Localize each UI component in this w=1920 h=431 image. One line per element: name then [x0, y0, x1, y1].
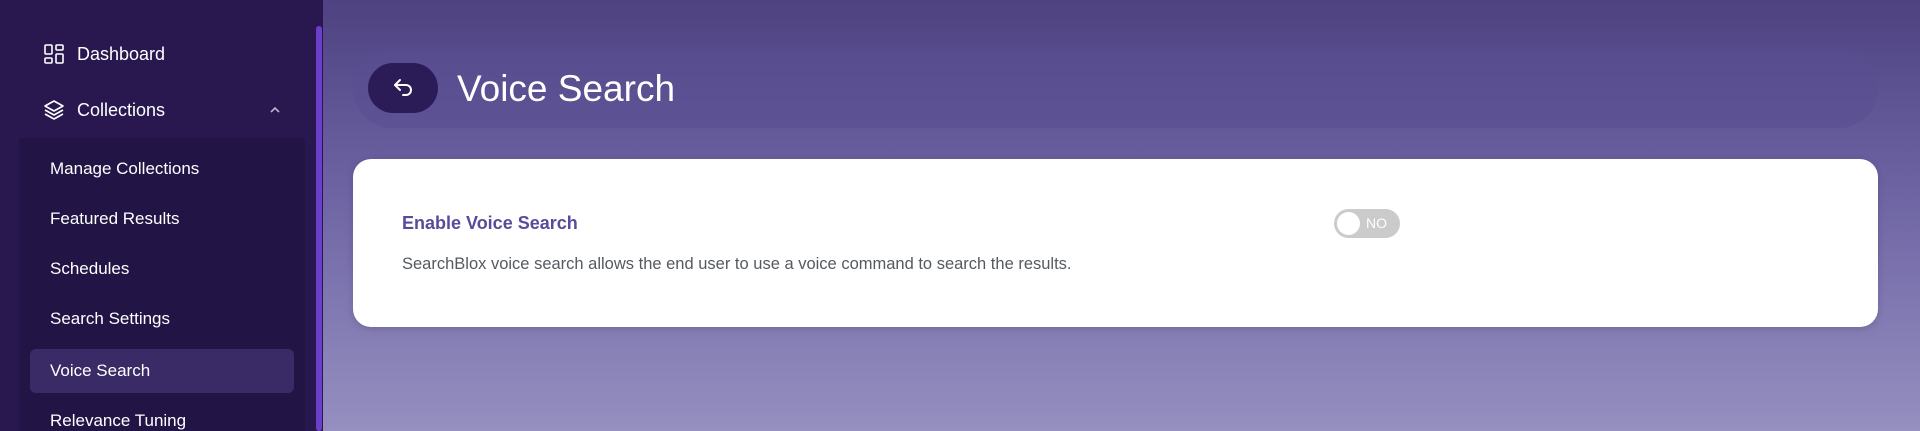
page-header: Voice Search — [353, 49, 1878, 128]
voice-search-description: SearchBlox voice search allows the end u… — [402, 255, 1072, 273]
dashboard-icon — [44, 44, 64, 64]
back-arrow-icon — [394, 79, 412, 96]
sidebar: Dashboard Collections Manage Collections… — [0, 0, 323, 431]
toggle-state-text: NO — [1366, 215, 1387, 231]
sidebar-item-label: Relevance Tuning — [50, 411, 187, 430]
sidebar-item-voice-search[interactable]: Voice Search — [30, 349, 294, 393]
sidebar-item-schedules[interactable]: Schedules — [30, 247, 294, 291]
sidebar-item-dashboard[interactable]: Dashboard — [0, 38, 310, 70]
voice-search-toggle[interactable]: NO — [1334, 209, 1400, 238]
sidebar-item-manage-collections[interactable]: Manage Collections — [30, 147, 294, 191]
back-button[interactable] — [368, 63, 438, 113]
sidebar-item-collections[interactable]: Collections — [0, 94, 310, 126]
sidebar-item-label: Search Settings — [50, 309, 171, 328]
layers-icon — [44, 100, 64, 120]
sidebar-item-search-settings[interactable]: Search Settings — [30, 297, 294, 341]
collections-submenu: Manage Collections Featured Results Sche… — [19, 138, 305, 431]
enable-voice-search-label: Enable Voice Search — [402, 213, 578, 233]
sidebar-item-label: Voice Search — [50, 361, 151, 380]
sidebar-item-label: Collections — [77, 99, 166, 120]
sidebar-item-relevance-tuning[interactable]: Relevance Tuning — [30, 399, 294, 431]
sidebar-item-label: Manage Collections — [50, 159, 200, 178]
sidebar-scrollbar[interactable] — [316, 26, 322, 431]
sidebar-item-label: Schedules — [50, 259, 130, 278]
sidebar-item-label: Featured Results — [50, 209, 180, 228]
toggle-knob — [1337, 212, 1360, 235]
sidebar-item-label: Dashboard — [77, 43, 166, 64]
settings-card: Enable Voice Search NO SearchBlox voice … — [353, 159, 1878, 327]
sidebar-item-featured-results[interactable]: Featured Results — [30, 197, 294, 241]
page-title: Voice Search — [457, 68, 676, 109]
chevron-up-icon[interactable] — [268, 103, 282, 117]
